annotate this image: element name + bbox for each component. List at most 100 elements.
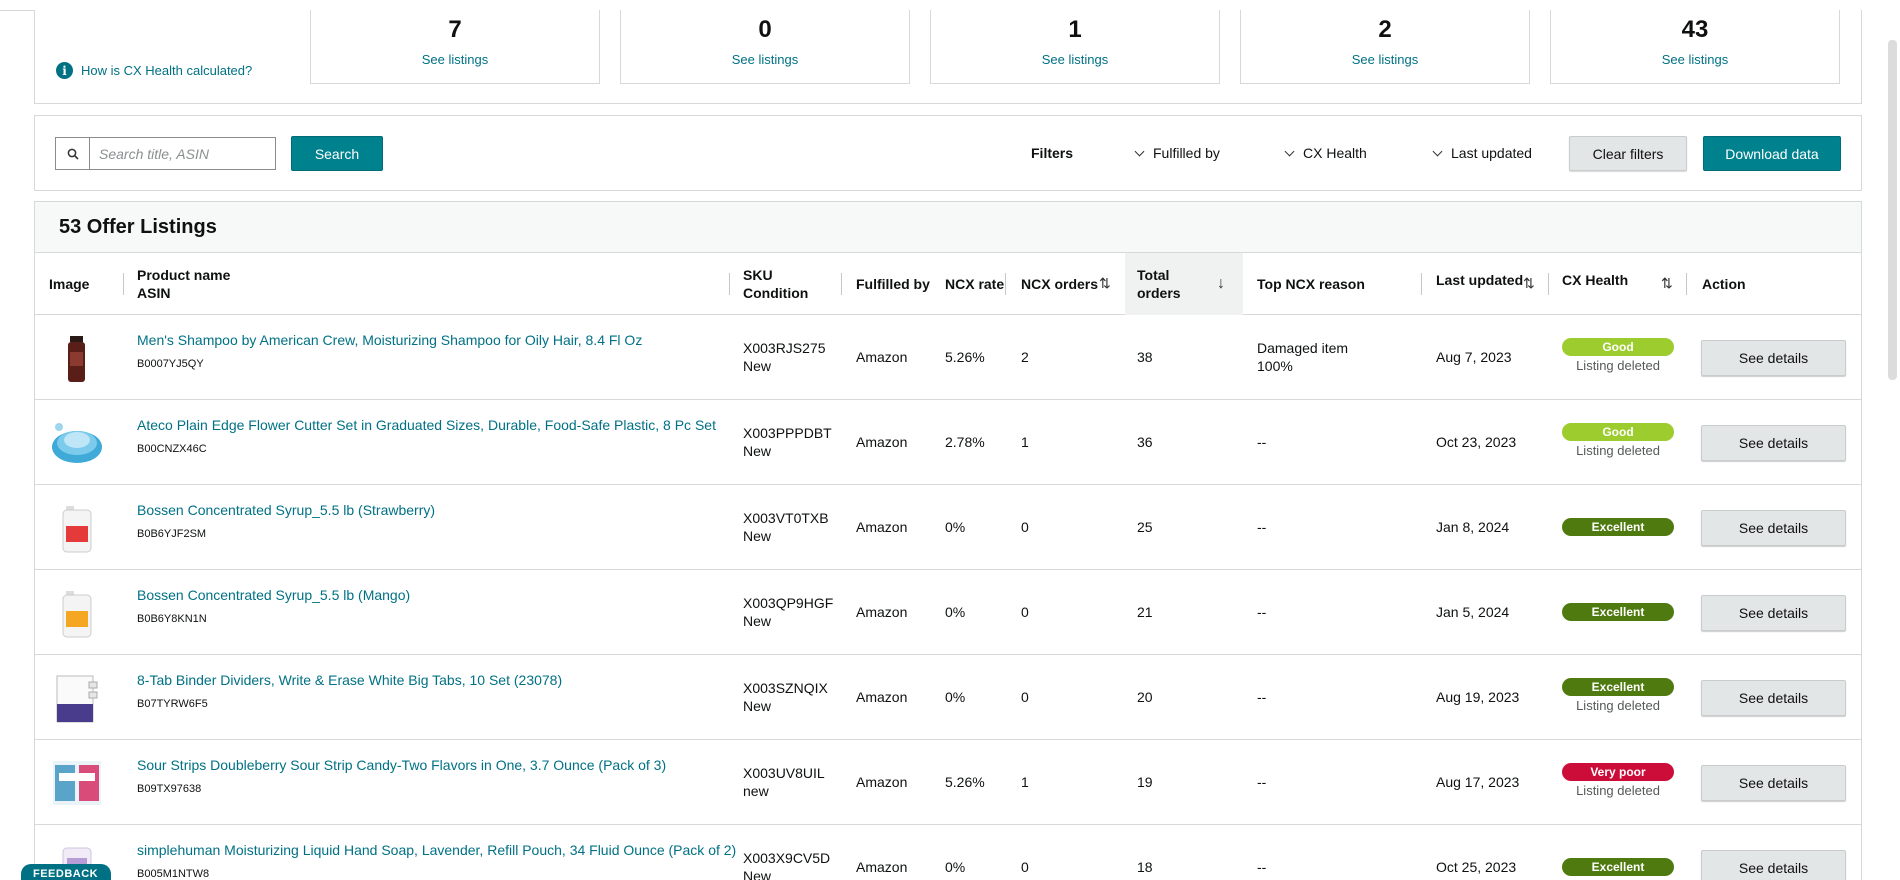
stat-card: 7 See listings (310, 10, 600, 84)
see-details-button[interactable]: See details (1701, 595, 1846, 631)
asin: B005M1NTW8 (137, 868, 210, 880)
top-ncx-reason: -- (1257, 774, 1267, 790)
listing-status: Listing deleted (1576, 358, 1660, 373)
last-updated-filter[interactable]: Last updated (1432, 145, 1532, 161)
table-header: Image Product name ASIN SKU Condition Fu… (35, 253, 1861, 315)
clear-filters-button[interactable]: Clear filters (1569, 136, 1687, 171)
asin: B0B6Y8KN1N (137, 613, 207, 625)
sort-desc-icon[interactable]: ↓ (1217, 275, 1225, 293)
feedback-label: FEEDBACK (33, 868, 99, 880)
ncx-rate: 5.26% (945, 774, 985, 790)
last-updated: Jan 8, 2024 (1436, 519, 1510, 535)
product-image[interactable] (49, 585, 105, 641)
col-product-label: Product name (137, 267, 231, 283)
see-listings-link[interactable]: See listings (931, 52, 1219, 67)
top-ncx-reason-percent: 100% (1257, 358, 1293, 374)
col-top-ncx-reason[interactable]: Top NCX reason (1257, 253, 1407, 315)
product-image[interactable] (49, 415, 105, 471)
total-orders: 18 (1137, 859, 1153, 875)
table-row: Bossen Concentrated Syrup_5.5 lb (Strawb… (35, 485, 1861, 570)
last-updated: Aug 19, 2023 (1436, 689, 1520, 705)
col-action-label: Action (1702, 276, 1746, 292)
page-scrollbar[interactable] (1886, 0, 1900, 880)
see-listings-link[interactable]: See listings (1551, 52, 1839, 67)
sort-icon[interactable]: ⇅ (1099, 275, 1111, 292)
product-name-link[interactable]: 8-Tab Binder Dividers, Write & Erase Whi… (137, 671, 562, 689)
product-image[interactable] (49, 755, 105, 811)
col-fulfilled-by[interactable]: Fulfilled by (856, 253, 946, 315)
column-separator[interactable] (123, 273, 124, 295)
cx-health-badge: Excellent (1562, 858, 1674, 876)
ncx-orders: 0 (1021, 859, 1029, 875)
column-separator[interactable] (1005, 273, 1006, 295)
col-ncx-orders[interactable]: NCX orders (1021, 253, 1111, 315)
condition: New (743, 528, 772, 544)
stat-card: 0 See listings (620, 10, 910, 84)
product-name-link[interactable]: Ateco Plain Edge Flower Cutter Set in Gr… (137, 416, 716, 434)
cx-health-help-link[interactable]: How is CX Health calculated? (81, 63, 252, 78)
product-name-link[interactable]: Bossen Concentrated Syrup_5.5 lb (Strawb… (137, 501, 435, 519)
see-listings-link[interactable]: See listings (1241, 52, 1529, 67)
listing-status: Listing deleted (1576, 443, 1660, 458)
fulfilled-by: Amazon (856, 859, 908, 875)
col-condition-label: Condition (743, 285, 809, 301)
fulfilled-by-filter[interactable]: Fulfilled by (1134, 145, 1220, 161)
ncx-rate: 2.78% (945, 434, 985, 450)
sort-icon[interactable]: ⇅ (1523, 275, 1535, 292)
scrollbar-thumb[interactable] (1888, 40, 1897, 380)
see-details-button[interactable]: See details (1701, 765, 1846, 801)
product-name-link[interactable]: Bossen Concentrated Syrup_5.5 lb (Mango) (137, 586, 410, 604)
cx-health-badge: Very poor (1562, 763, 1674, 781)
see-listings-link[interactable]: See listings (621, 52, 909, 67)
col-total-orders-label: Total orders (1137, 267, 1181, 301)
total-orders: 25 (1137, 519, 1153, 535)
asin: B09TX97638 (137, 783, 202, 795)
col-cx-health[interactable]: CX Health (1562, 253, 1662, 315)
ncx-rate: 0% (945, 689, 966, 705)
stat-count: 43 (1681, 16, 1709, 43)
ncx-rate: 0% (945, 519, 966, 535)
cx-health-help[interactable]: i How is CX Health calculated? (56, 62, 252, 79)
see-details-button[interactable]: See details (1701, 680, 1846, 716)
sku: X003PPPDBT (743, 425, 832, 441)
ncx-orders: 2 (1021, 349, 1029, 365)
column-separator[interactable] (1548, 273, 1549, 295)
product-name-link[interactable]: Men's Shampoo by American Crew, Moisturi… (137, 331, 642, 349)
product-image[interactable] (49, 500, 105, 556)
feedback-tab[interactable]: FEEDBACK ✕ (21, 864, 111, 880)
column-separator[interactable] (1421, 273, 1422, 295)
fulfilled-by: Amazon (856, 519, 908, 535)
see-details-button[interactable]: See details (1701, 510, 1846, 546)
cx-health-filter[interactable]: CX Health (1284, 145, 1367, 161)
table-row: Ateco Plain Edge Flower Cutter Set in Gr… (35, 400, 1861, 485)
product-name-link[interactable]: simplehuman Moisturizing Liquid Hand Soa… (137, 841, 736, 859)
column-separator[interactable] (729, 273, 730, 295)
column-separator[interactable] (841, 273, 842, 295)
search-button[interactable]: Search (291, 136, 383, 171)
col-product[interactable]: Product name ASIN (137, 253, 737, 315)
top-ncx-reason: -- (1257, 689, 1267, 705)
ncx-orders: 0 (1021, 689, 1029, 705)
product-image[interactable] (49, 670, 105, 726)
search-filter-bar: Search Filters Fulfilled by CX Health La… (34, 115, 1862, 191)
download-data-button[interactable]: Download data (1703, 136, 1841, 171)
product-name-link[interactable]: Sour Strips Doubleberry Sour Strip Candy… (137, 756, 666, 774)
sort-icon[interactable]: ⇅ (1661, 275, 1673, 292)
total-orders: 38 (1137, 349, 1153, 365)
last-updated: Aug 7, 2023 (1436, 349, 1512, 365)
top-ncx-reason: -- (1257, 859, 1267, 875)
see-details-button[interactable]: See details (1701, 340, 1846, 376)
see-details-button[interactable]: See details (1701, 425, 1846, 461)
see-listings-link[interactable]: See listings (311, 52, 599, 67)
column-separator[interactable] (1686, 273, 1687, 295)
col-last-updated[interactable]: Last updated (1436, 253, 1536, 315)
col-total-orders[interactable]: Total orders (1125, 253, 1243, 315)
table-row: Bossen Concentrated Syrup_5.5 lb (Mango)… (35, 570, 1861, 655)
see-details-button[interactable]: See details (1701, 850, 1846, 880)
asin: B0B6YJF2SM (137, 528, 207, 540)
search-input[interactable] (90, 145, 270, 162)
condition: New (743, 868, 772, 880)
col-sku[interactable]: SKU Condition (743, 253, 833, 315)
product-image[interactable] (49, 330, 105, 386)
sku: X003RJS275 (743, 340, 826, 356)
